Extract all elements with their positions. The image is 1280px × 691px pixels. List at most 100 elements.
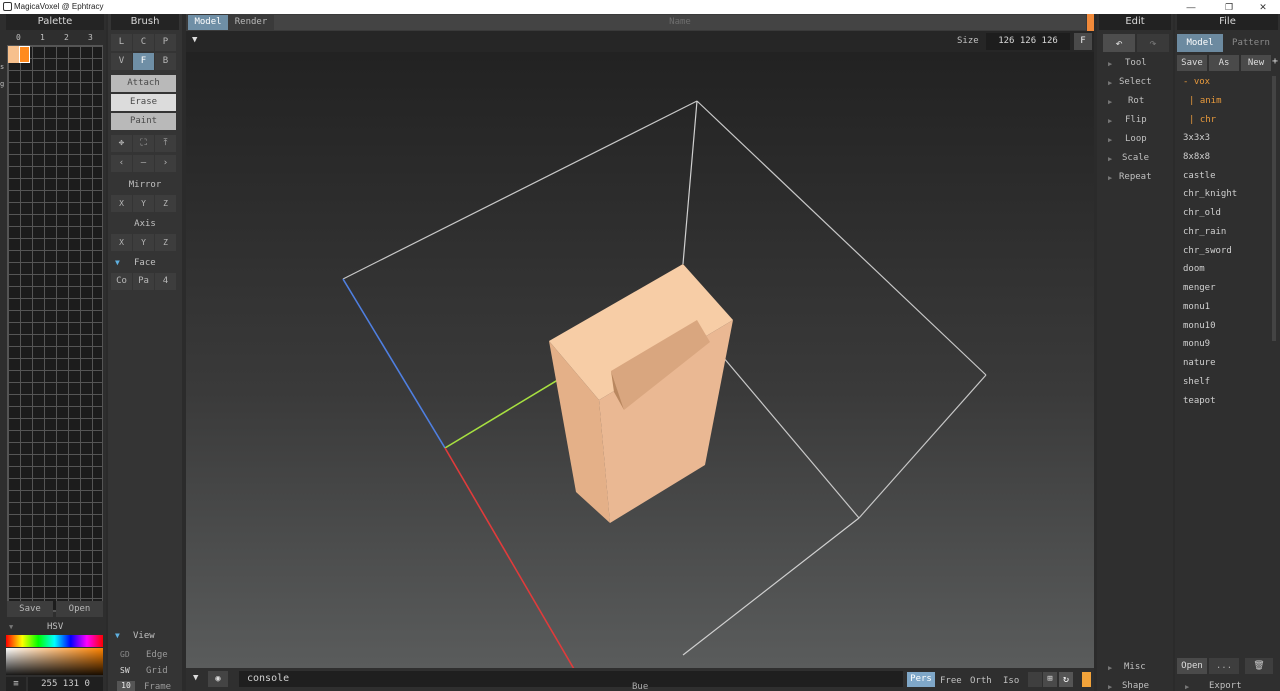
tab-render[interactable]: Render	[230, 15, 272, 30]
mirror-x-button[interactable]: X	[111, 195, 132, 212]
edit-item-shape[interactable]: Shape	[1122, 681, 1149, 691]
edit-item-repeat[interactable]: Repeat	[1119, 172, 1152, 182]
voxel-scene[interactable]	[186, 52, 1094, 669]
export-expand-icon[interactable]: ▶	[1185, 683, 1189, 691]
folder-chr[interactable]: | chr	[1189, 115, 1216, 125]
edit-item-scale[interactable]: Scale	[1122, 153, 1149, 163]
file-save-button[interactable]: Save	[1177, 55, 1207, 71]
file-item[interactable]: chr_old	[1183, 208, 1221, 218]
view-frame-toggle[interactable]: Frame	[144, 682, 171, 691]
palette-menu-icon[interactable]: ≡	[6, 677, 26, 691]
view-grid-toggle[interactable]: Grid	[146, 666, 168, 676]
saturation-value-picker[interactable]	[6, 648, 103, 675]
camera-orth-button[interactable]: Orth	[970, 676, 992, 686]
hsv-collapse-icon[interactable]: ▼	[9, 622, 13, 632]
select-tool-icon[interactable]: ⛶	[133, 135, 154, 152]
ground-toggle-icon[interactable]	[1028, 672, 1042, 687]
brush-shape-l-button[interactable]: L	[111, 34, 132, 51]
file-item[interactable]: monu9	[1183, 339, 1210, 349]
file-add-icon[interactable]: +	[1272, 56, 1278, 67]
hue-strip[interactable]	[6, 635, 103, 647]
file-tab-pattern[interactable]: Pattern	[1225, 34, 1277, 52]
file-open-button[interactable]: Open	[1177, 658, 1207, 674]
file-item[interactable]: monu10	[1183, 321, 1216, 331]
file-item[interactable]: doom	[1183, 264, 1205, 274]
palette-tab-2[interactable]: 2	[64, 33, 69, 42]
folder-anim[interactable]: | anim	[1189, 96, 1222, 106]
edit-item-misc[interactable]: Misc	[1124, 662, 1146, 672]
brush-shape-c-button[interactable]: C	[133, 34, 154, 51]
edit-item-select[interactable]: Select	[1119, 77, 1152, 87]
extrude-tool-icon[interactable]: ⤒	[155, 135, 176, 152]
paint-mode-button[interactable]: Paint	[111, 113, 176, 130]
file-list-scrollbar[interactable]	[1272, 76, 1276, 341]
edit-item-tool[interactable]: Tool	[1125, 58, 1147, 68]
move-tool-icon[interactable]: ✥	[111, 135, 132, 152]
mirror-y-button[interactable]: Y	[133, 195, 154, 212]
file-item[interactable]: menger	[1183, 283, 1216, 293]
tool-expand-icon[interactable]: ▶	[1108, 60, 1112, 68]
brush-shape-v-button[interactable]: V	[111, 53, 132, 70]
rgb-value-field[interactable]: 255 131 0	[28, 677, 103, 691]
shape-expand-icon[interactable]: ▶	[1108, 683, 1112, 691]
viewport-menu-icon[interactable]: ▼	[192, 35, 197, 45]
face-collapse-icon[interactable]: ▼	[115, 258, 120, 268]
close-button[interactable]: ✕	[1246, 0, 1280, 14]
scale-expand-icon[interactable]: ▶	[1108, 155, 1112, 163]
rot-expand-icon[interactable]: ▶	[1108, 98, 1112, 106]
redo-icon[interactable]: ↷	[1137, 34, 1169, 52]
file-item[interactable]: monu1	[1183, 302, 1210, 312]
file-item[interactable]: chr_rain	[1183, 227, 1226, 237]
palette-open-button[interactable]: Open	[56, 601, 103, 617]
file-item[interactable]: chr_knight	[1183, 189, 1237, 199]
file-item[interactable]: castle	[1183, 171, 1216, 181]
erase-mode-button[interactable]: Erase	[111, 94, 176, 111]
camera-iso-button[interactable]: Iso	[1003, 676, 1019, 686]
console-menu-icon[interactable]: ▼	[193, 673, 198, 683]
nav-prev-icon[interactable]: ‹	[111, 155, 132, 172]
mirror-z-button[interactable]: Z	[155, 195, 176, 212]
file-item[interactable]: nature	[1183, 358, 1216, 368]
brush-shape-p-button[interactable]: P	[155, 34, 176, 51]
palette-grid[interactable]	[7, 45, 103, 612]
size-field[interactable]: 126 126 126	[986, 33, 1070, 50]
file-tab-model[interactable]: Model	[1177, 34, 1223, 52]
file-item[interactable]: shelf	[1183, 377, 1210, 387]
flip-expand-icon[interactable]: ▶	[1108, 117, 1112, 125]
brush-shape-b-button[interactable]: B	[155, 53, 176, 70]
palette-swatch-orange[interactable]	[19, 46, 30, 63]
palette-swatch-peach[interactable]	[8, 46, 19, 63]
file-item[interactable]: chr_sword	[1183, 246, 1232, 256]
nav-next-icon[interactable]: ›	[155, 155, 176, 172]
maximize-button[interactable]: ❐	[1212, 0, 1246, 14]
file-item[interactable]: 8x8x8	[1183, 152, 1210, 162]
trash-icon[interactable]: 🗑	[1245, 658, 1273, 674]
select-expand-icon[interactable]: ▶	[1108, 79, 1112, 87]
export-label[interactable]: Export	[1209, 681, 1242, 691]
tab-model[interactable]: Model	[188, 15, 228, 30]
view-collapse-icon[interactable]: ▼	[115, 631, 120, 641]
axis-z-button[interactable]: Z	[155, 234, 176, 251]
palette-tab-3[interactable]: 3	[88, 33, 93, 42]
file-save-as-button[interactable]: As	[1209, 55, 1239, 71]
undo-icon[interactable]: ↶	[1103, 34, 1135, 52]
attach-mode-button[interactable]: Attach	[111, 75, 176, 92]
loop-expand-icon[interactable]: ▶	[1108, 136, 1112, 144]
folder-vox[interactable]: - vox	[1183, 77, 1210, 87]
fit-size-button[interactable]: F	[1074, 33, 1092, 50]
file-new-button[interactable]: New	[1241, 55, 1271, 71]
edit-item-loop[interactable]: Loop	[1125, 134, 1147, 144]
palette-tab-0[interactable]: 0	[16, 33, 21, 42]
palette-tab-1[interactable]: 1	[40, 33, 45, 42]
brush-shape-f-button[interactable]: F	[133, 53, 154, 70]
grid-toggle-icon[interactable]: ⊞	[1043, 672, 1057, 687]
reset-view-icon[interactable]: ↻	[1059, 672, 1073, 687]
axis-x-button[interactable]: X	[111, 234, 132, 251]
console-input[interactable]: console	[239, 671, 903, 687]
edit-item-rot[interactable]: Rot	[1128, 96, 1144, 106]
camera-icon[interactable]: ◉	[208, 671, 228, 687]
camera-pers-button[interactable]: Pers	[907, 672, 935, 687]
axis-y-button[interactable]: Y	[133, 234, 154, 251]
view-edge-toggle[interactable]: Edge	[146, 650, 168, 660]
repeat-expand-icon[interactable]: ▶	[1108, 174, 1112, 182]
